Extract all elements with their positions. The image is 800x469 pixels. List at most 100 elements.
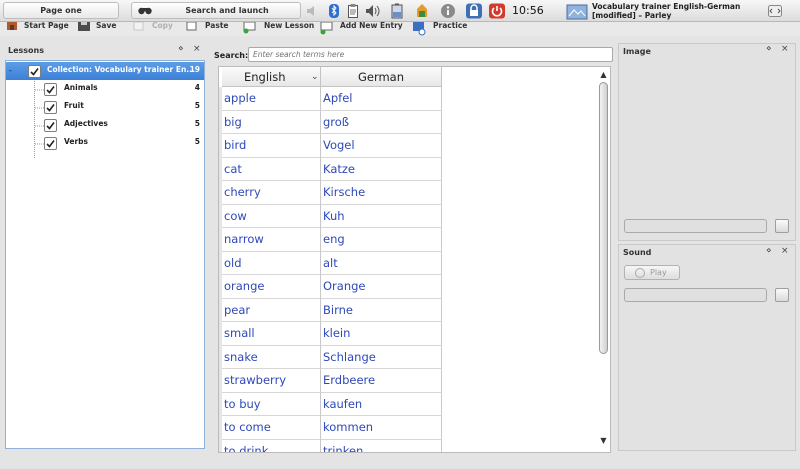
cell-german[interactable]: Schlange [321, 345, 442, 369]
practice-label: Practice [433, 21, 468, 30]
cell-english[interactable]: to buy [222, 392, 321, 416]
paste-icon [186, 22, 197, 31]
cell-german[interactable]: alt [321, 251, 442, 275]
cell-english[interactable]: to come [222, 416, 321, 440]
scroll-up-icon[interactable]: ▲ [597, 70, 610, 82]
top-panel: Page one Search and launch 10:56 Vocabul… [0, 0, 800, 33]
cell-german[interactable]: kommen [321, 416, 442, 440]
column-header-english[interactable]: English ⌄ [222, 67, 321, 87]
cell-english[interactable]: small [222, 322, 321, 346]
info-icon[interactable] [440, 3, 456, 19]
column-header-label: English [244, 70, 286, 84]
cell-english[interactable]: apple [222, 87, 321, 111]
copy-button[interactable]: Copy [132, 22, 174, 36]
cell-german[interactable]: Katze [321, 157, 442, 181]
dock-close-icon[interactable]: × [781, 247, 789, 256]
sound-url-field[interactable] [624, 288, 767, 302]
start-page-button[interactable]: Start Page [5, 22, 69, 36]
taskbar-window-button[interactable]: Vocabulary trainer English-German [modif… [566, 1, 766, 21]
dock-float-icon[interactable]: ⋄ [766, 45, 772, 54]
cell-german[interactable]: kaufen [321, 392, 442, 416]
cell-english[interactable]: cat [222, 157, 321, 181]
maximize-icon[interactable] [768, 5, 782, 17]
cell-english[interactable]: to drink [222, 439, 321, 452]
lesson-row-adjectives[interactable]: Adjectives 5 [6, 116, 204, 134]
cell-english[interactable]: pear [222, 298, 321, 322]
lock-screen-icon[interactable] [465, 3, 483, 19]
cell-english[interactable]: strawberry [222, 369, 321, 393]
cell-english[interactable]: orange [222, 275, 321, 299]
cell-german[interactable]: Apfel [321, 87, 442, 111]
cell-english[interactable]: cherry [222, 181, 321, 205]
cell-german[interactable]: Erdbeere [321, 369, 442, 393]
practice-button[interactable]: Practice [412, 22, 472, 36]
lesson-label: Adjectives [64, 119, 108, 128]
cell-german[interactable]: Vogel [321, 134, 442, 158]
sound-dock-title: Sound [623, 248, 652, 257]
save-icon [78, 22, 90, 31]
collapse-icon[interactable]: - [9, 66, 12, 75]
column-header-german[interactable]: German [321, 67, 442, 87]
lesson-row-animals[interactable]: Animals 4 [6, 80, 204, 98]
paste-button[interactable]: Paste [185, 22, 229, 36]
cell-english[interactable]: cow [222, 204, 321, 228]
add-entry-icon [320, 22, 333, 35]
cell-german[interactable]: Birne [321, 298, 442, 322]
battery-icon[interactable] [390, 3, 404, 19]
search-and-launch-button[interactable]: Search and launch [131, 2, 301, 19]
scroll-down-icon[interactable]: ▼ [597, 436, 610, 448]
lesson-checkbox[interactable] [44, 101, 57, 114]
power-icon[interactable] [488, 3, 506, 19]
cell-german[interactable]: klein [321, 322, 442, 346]
column-header-label: German [357, 70, 405, 84]
vertical-scrollbar[interactable]: ▲ ▼ [597, 70, 610, 450]
cell-german[interactable]: Orange [321, 275, 442, 299]
bluetooth-icon[interactable] [328, 3, 340, 19]
cell-english[interactable]: narrow [222, 228, 321, 252]
update-notifier-icon[interactable] [414, 3, 430, 19]
scrollbar-thumb[interactable] [599, 82, 608, 354]
sound-browse-button[interactable] [775, 288, 789, 302]
chevron-down-icon[interactable]: ⌄ [311, 67, 319, 87]
cell-german[interactable]: eng [321, 228, 442, 252]
lesson-checkbox[interactable] [44, 119, 57, 132]
pager-button[interactable]: Page one [3, 2, 119, 19]
cell-german[interactable]: groß [321, 110, 442, 134]
clipboard-icon[interactable] [347, 3, 359, 19]
image-url-field[interactable] [624, 219, 767, 233]
lesson-row-fruit[interactable]: Fruit 5 [6, 98, 204, 116]
cell-english[interactable]: snake [222, 345, 321, 369]
dock-float-icon[interactable]: ⋄ [766, 247, 772, 256]
add-new-entry-button[interactable]: Add New Entry [320, 21, 403, 36]
new-lesson-button[interactable]: New Lesson [243, 21, 315, 36]
image-browse-button[interactable] [775, 219, 789, 233]
cell-german[interactable]: Kuh [321, 204, 442, 228]
cell-german[interactable]: trinken [321, 439, 442, 452]
play-button[interactable]: Play [624, 265, 680, 280]
home-icon [7, 22, 17, 30]
dock-close-icon[interactable]: × [781, 45, 789, 54]
volume-small-icon[interactable] [306, 3, 316, 19]
cell-english[interactable]: big [222, 110, 321, 134]
save-button[interactable]: Save [77, 22, 119, 36]
new-lesson-label: New Lesson [264, 21, 315, 30]
lesson-label: Fruit [64, 101, 84, 110]
dock-close-icon[interactable]: × [193, 45, 201, 54]
new-lesson-icon [243, 22, 256, 34]
lesson-checkbox[interactable] [44, 83, 57, 96]
cell-german[interactable]: Kirsche [321, 181, 442, 205]
search-input[interactable] [248, 47, 613, 62]
copy-label: Copy [152, 21, 173, 30]
parley-app-icon [566, 4, 588, 20]
add-new-entry-label: Add New Entry [340, 21, 403, 30]
volume-icon[interactable] [365, 3, 381, 19]
lesson-row-collection[interactable]: - Collection: Vocabulary trainer En... 1… [6, 62, 204, 80]
lesson-checkbox[interactable] [44, 137, 57, 150]
lesson-count: 19 [189, 65, 200, 74]
cell-english[interactable]: bird [222, 134, 321, 158]
clock[interactable]: 10:56 am [512, 3, 564, 33]
dock-float-icon[interactable]: ⋄ [178, 45, 184, 54]
lesson-checkbox[interactable] [28, 65, 41, 78]
cell-english[interactable]: old [222, 251, 321, 275]
lesson-row-verbs[interactable]: Verbs 5 [6, 134, 204, 152]
